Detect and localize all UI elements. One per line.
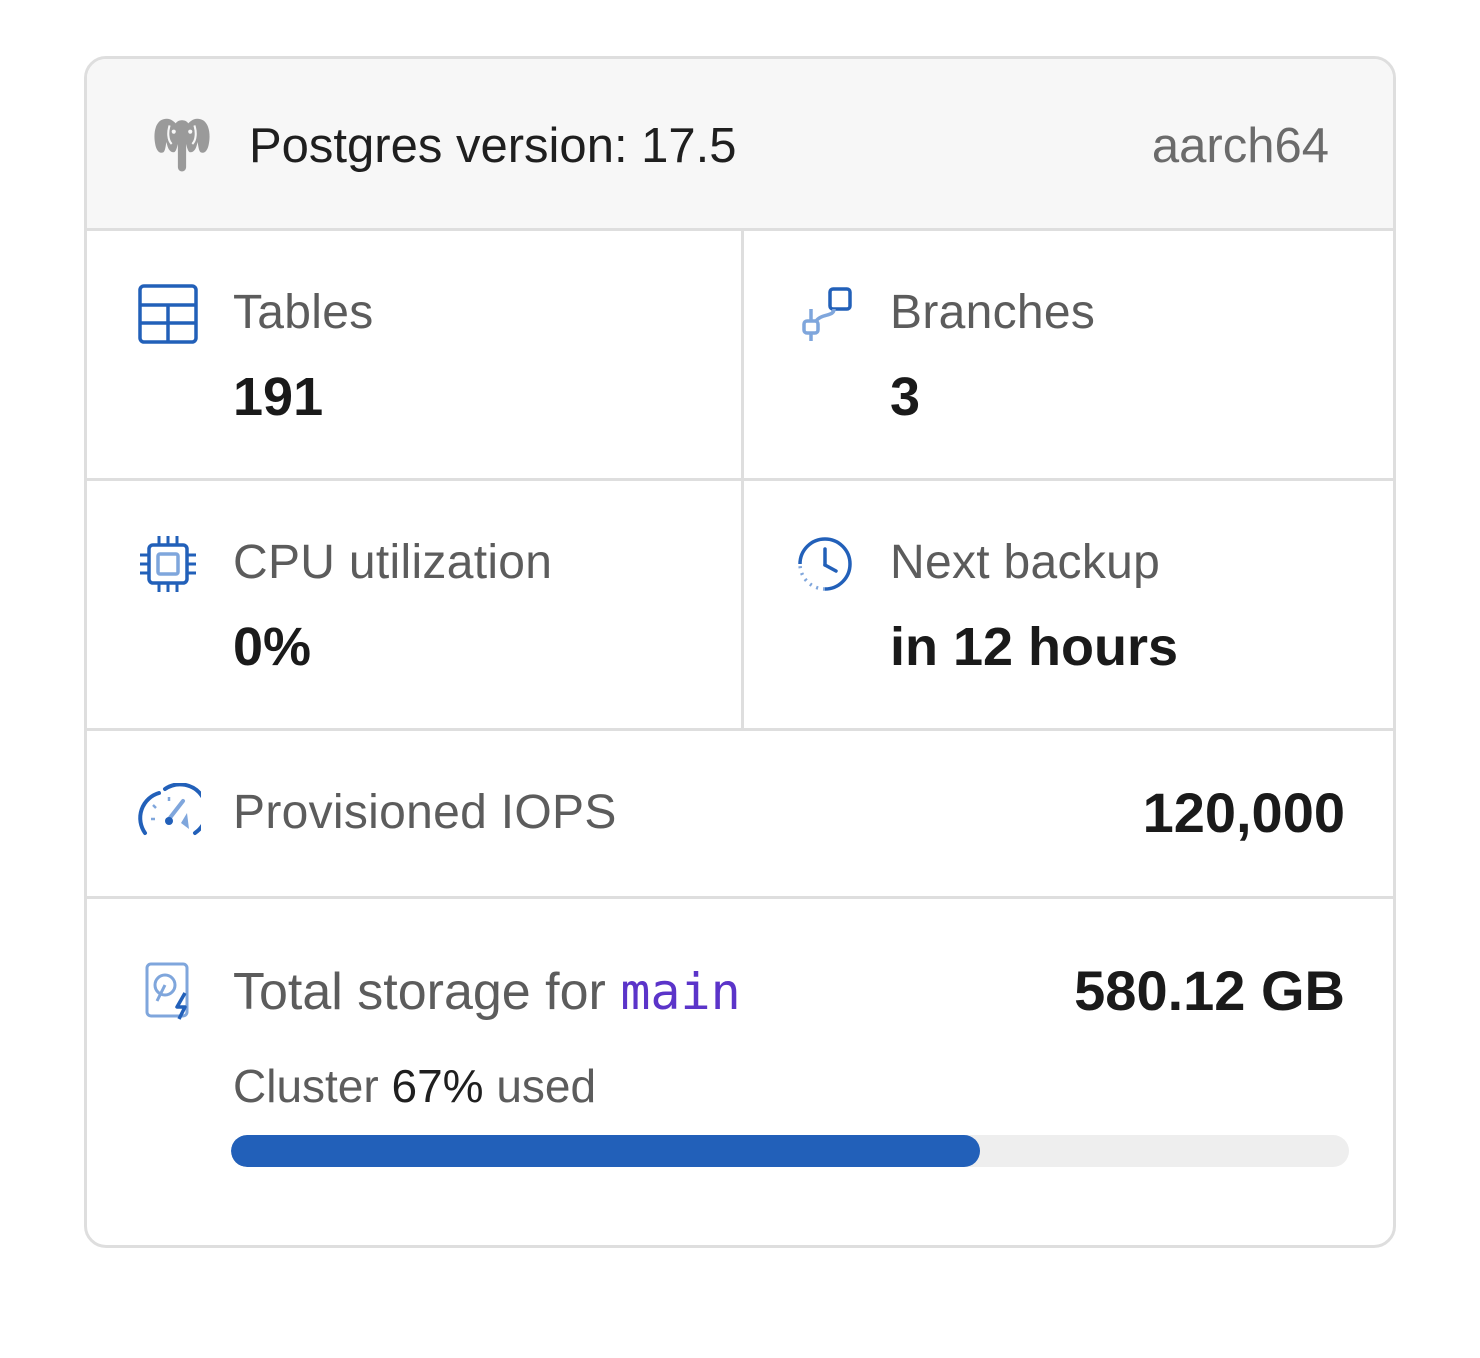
tables-label: Tables [233, 286, 374, 339]
stats-row-1: Tables 191 Branches 3 [87, 231, 1393, 481]
cluster-usage-text: Cluster 67% used [233, 1059, 596, 1113]
usage-percent: 67% [391, 1060, 484, 1112]
cpu-label: CPU utilization [233, 536, 553, 589]
cpu-value: 0% [233, 617, 312, 677]
storage-progress-fill [231, 1135, 981, 1167]
storage-label: Total storage for main [233, 961, 741, 1023]
postgres-version: Postgres version: 17.5 [249, 119, 737, 173]
postgres-elephant-icon [154, 118, 210, 172]
branches-value: 3 [890, 367, 921, 427]
gauge-icon [138, 783, 201, 835]
iops-value: 120,000 [1142, 781, 1345, 844]
usage-suffix: used [483, 1060, 597, 1112]
stat-tables: Tables 191 [87, 231, 741, 478]
postgres-header: Postgres version: 17.5 aarch64 [87, 59, 1393, 231]
stat-cpu: CPU utilization 0% [87, 481, 741, 728]
tables-value: 191 [233, 367, 324, 427]
stat-next-backup: Next backup in 12 hours [744, 481, 1393, 728]
stat-branches: Branches 3 [744, 231, 1393, 478]
backup-label: Next backup [890, 536, 1161, 589]
cpu-chip-icon [140, 536, 196, 592]
iops-label: Provisioned IOPS [233, 786, 617, 839]
backup-value: in 12 hours [890, 617, 1179, 677]
branch-name: main [620, 963, 741, 1021]
table-icon [138, 284, 198, 344]
database-overview-card: Postgres version: 17.5 aarch64 Tables 19… [84, 56, 1396, 1248]
storage-label-prefix: Total storage for [233, 963, 621, 1021]
architecture-label: aarch64 [1151, 119, 1329, 173]
iops-row: Provisioned IOPS 120,000 [87, 731, 1393, 899]
storage-progress-bar [231, 1135, 1349, 1167]
clock-icon [798, 537, 852, 591]
storage-value: 580.12 GB [1074, 959, 1345, 1022]
storage-row: Total storage for main 580.12 GB Cluster… [87, 899, 1393, 1245]
usage-prefix: Cluster [233, 1060, 392, 1112]
storage-disk-icon [145, 962, 189, 1020]
stats-row-2: CPU utilization 0% Next backup in 12 hou… [87, 481, 1393, 731]
branches-label: Branches [890, 286, 1096, 339]
branch-icon [802, 287, 852, 341]
